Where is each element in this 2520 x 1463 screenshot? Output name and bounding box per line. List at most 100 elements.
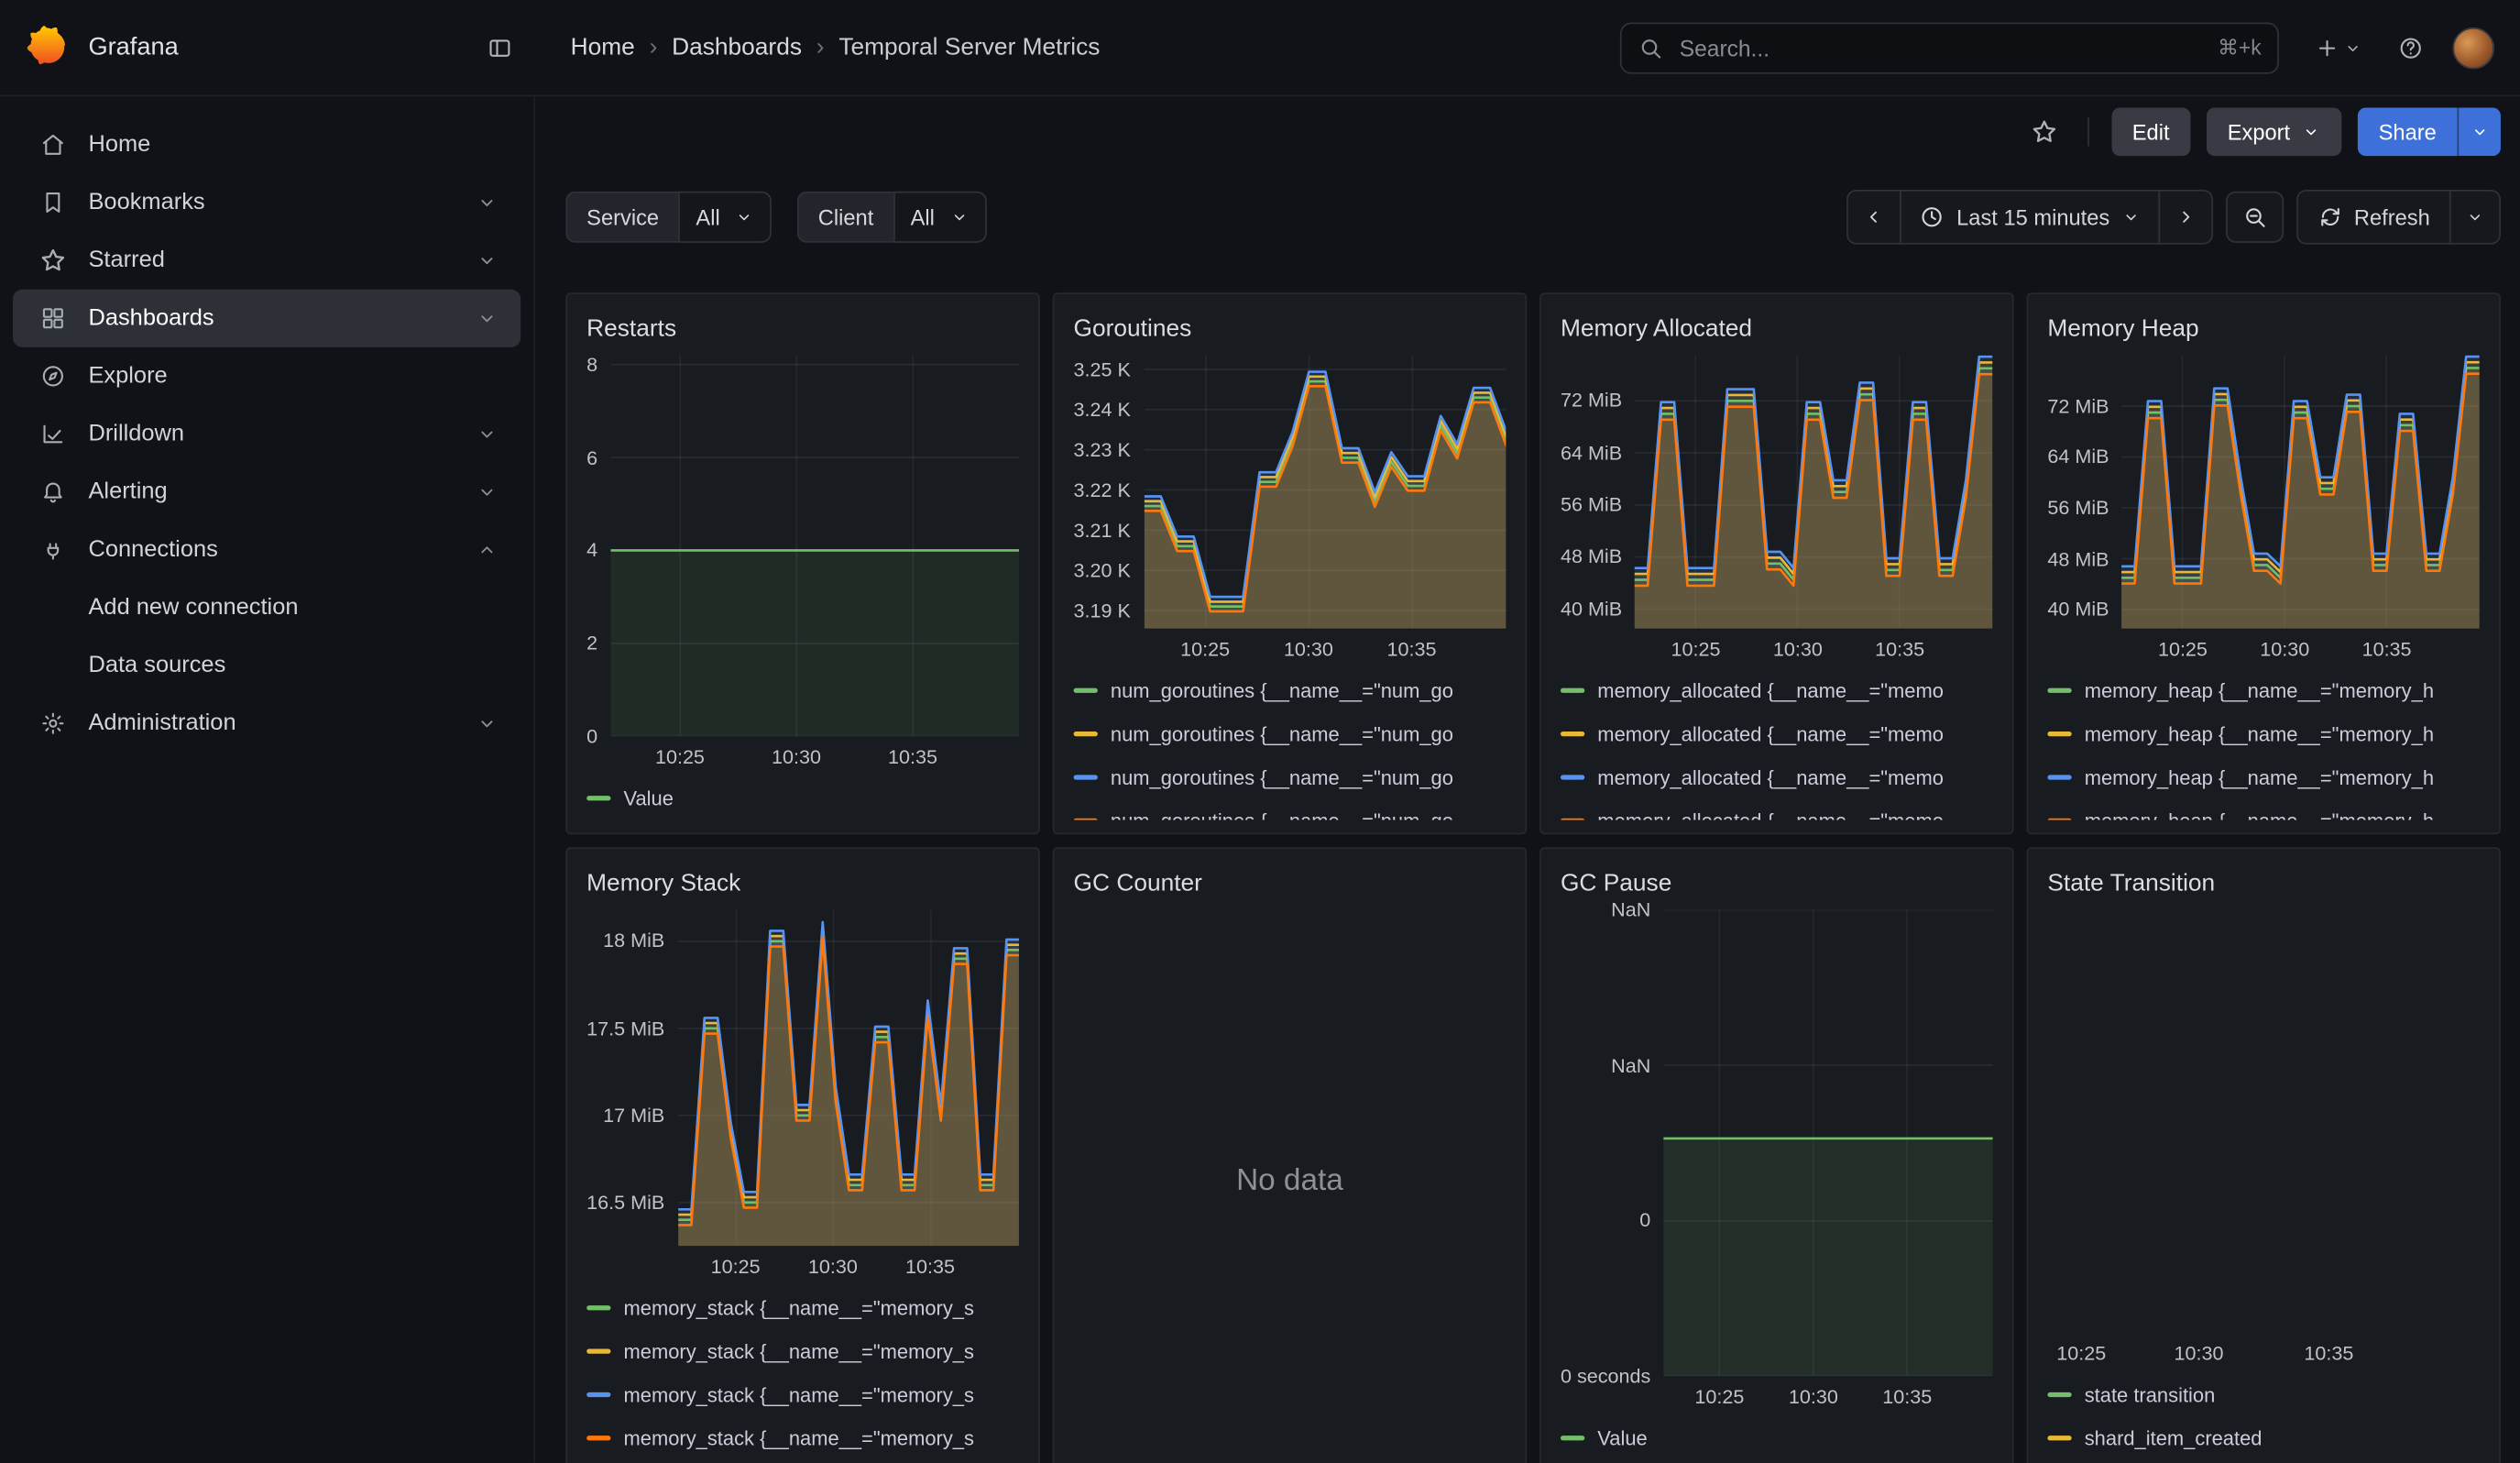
sidebar-item-bookmarks[interactable]: Bookmarks bbox=[13, 173, 520, 231]
legend-item[interactable]: Value bbox=[586, 776, 1019, 820]
panel-title[interactable]: Goroutines bbox=[1074, 314, 1192, 342]
add-button[interactable] bbox=[2307, 28, 2369, 67]
chevron-down-icon[interactable] bbox=[476, 423, 499, 446]
avatar[interactable] bbox=[2452, 27, 2494, 69]
edit-button[interactable]: Edit bbox=[2111, 108, 2190, 157]
legend-item[interactable]: memory_allocated {__name__="memo bbox=[1561, 712, 1993, 755]
legend-item[interactable]: shard_item_created bbox=[2047, 1416, 2480, 1459]
chevron-down-icon[interactable] bbox=[476, 712, 499, 735]
time-back-button[interactable] bbox=[1849, 192, 1901, 243]
legend-item[interactable]: num_goroutines {__name__="num_go bbox=[1074, 755, 1507, 798]
chart-canvas[interactable] bbox=[2060, 910, 2480, 1333]
share-menu-button[interactable] bbox=[2458, 108, 2501, 157]
sidebar: HomeBookmarksStarredDashboards Explore Dri… bbox=[0, 96, 535, 1463]
sidebar-item-starred[interactable]: Starred bbox=[13, 232, 520, 290]
grid-icon bbox=[38, 303, 68, 333]
sidebar-item-alerting[interactable]: Alerting bbox=[13, 463, 520, 521]
dashboard-content: Edit Export Share Service All bbox=[535, 96, 2520, 1463]
search-input[interactable] bbox=[1676, 33, 2205, 62]
help-button[interactable] bbox=[2392, 28, 2430, 67]
legend-item[interactable]: memory_heap {__name__="memory_h bbox=[2047, 712, 2480, 755]
breadcrumb-dashboards[interactable]: Dashboards bbox=[672, 34, 802, 61]
y-axis: 40 MiB40 MiB48 MiB56 MiB64 MiB72 MiB bbox=[2047, 356, 2121, 629]
y-axis-label: 72 MiB bbox=[2047, 395, 2109, 418]
refresh-label: Refresh bbox=[2354, 205, 2430, 229]
legend-item[interactable]: memory_heap {__name__="memory_h bbox=[2047, 799, 2480, 820]
legend-item[interactable]: memory_heap {__name__="memory_h bbox=[2047, 669, 2480, 712]
panel-title[interactable]: Memory Heap bbox=[2047, 314, 2198, 342]
legend-item[interactable]: memory_stack {__name__="memory_s bbox=[586, 1373, 1019, 1416]
time-forward-button[interactable] bbox=[2158, 192, 2211, 243]
chevron-down-icon[interactable] bbox=[476, 192, 499, 214]
sidebar-toggle-icon[interactable] bbox=[480, 28, 519, 67]
favorite-star-icon[interactable] bbox=[2022, 111, 2065, 153]
sidebar-item-home[interactable]: Home bbox=[13, 116, 520, 173]
legend-label: memory_stack {__name__="memory_s bbox=[623, 1340, 973, 1363]
chart-canvas[interactable] bbox=[1663, 910, 1992, 1377]
breadcrumb-home[interactable]: Home bbox=[571, 34, 635, 61]
chart-canvas[interactable] bbox=[1144, 356, 1506, 629]
y-axis-label: 40 MiB bbox=[1561, 598, 1622, 621]
chevron-down-icon[interactable] bbox=[476, 480, 499, 503]
legend-item[interactable]: memory_stack {__name__="memory_s bbox=[586, 1416, 1019, 1459]
zoom-out-button[interactable] bbox=[2226, 192, 2284, 243]
search-bar[interactable]: ⌘+k bbox=[1620, 22, 2279, 73]
sidebar-item-label: Connections bbox=[88, 537, 217, 563]
grafana-logo-icon[interactable] bbox=[26, 26, 69, 69]
legend-item[interactable]: memory_allocated {__name__="memo bbox=[1561, 669, 1993, 712]
client-select[interactable]: All bbox=[893, 192, 986, 243]
refresh-interval-button[interactable] bbox=[2449, 192, 2499, 243]
nav-actions bbox=[2307, 27, 2493, 69]
legend-item[interactable]: Value bbox=[1561, 1416, 1993, 1459]
panel-title[interactable]: State Transition bbox=[2047, 869, 2215, 896]
sidebar-item-label: Explore bbox=[88, 363, 167, 389]
legend-swatch bbox=[2047, 1436, 2071, 1440]
sidebar-item-label: Add new connection bbox=[88, 595, 298, 621]
legend-swatch bbox=[586, 1392, 610, 1397]
sidebar-item-dashboards[interactable]: Dashboards bbox=[13, 290, 520, 347]
panel-legend: num_goroutines {__name__="num_gonum_goro… bbox=[1074, 661, 1507, 820]
legend-label: num_goroutines {__name__="num_go bbox=[1111, 679, 1453, 702]
time-range-label: Last 15 minutes bbox=[1956, 205, 2109, 229]
panel-title[interactable]: GC Counter bbox=[1074, 869, 1202, 896]
service-select[interactable]: All bbox=[678, 192, 772, 243]
legend-item[interactable]: num_goroutines {__name__="num_go bbox=[1074, 799, 1507, 820]
chart-canvas[interactable] bbox=[677, 910, 1019, 1247]
legend-item[interactable]: state transition bbox=[2047, 1373, 2480, 1416]
chart-canvas[interactable] bbox=[2122, 356, 2481, 629]
panel-legend: Value bbox=[1561, 1408, 1993, 1459]
export-button[interactable]: Export bbox=[2207, 108, 2341, 157]
y-axis-label: 0 seconds bbox=[1561, 1365, 1650, 1388]
y-axis-label: NaN bbox=[1611, 1054, 1650, 1077]
sidebar-item-drilldown[interactable]: Drilldown bbox=[13, 405, 520, 463]
sidebar-item-data-sources[interactable]: Data sources bbox=[13, 637, 520, 695]
legend-item[interactable]: num_goroutines {__name__="num_go bbox=[1074, 669, 1507, 712]
panel-title[interactable]: GC Pause bbox=[1561, 869, 1671, 896]
legend-item[interactable]: memory_heap {__name__="memory_h bbox=[2047, 755, 2480, 798]
legend-item[interactable]: num_goroutines {__name__="num_go bbox=[1074, 712, 1507, 755]
panel-legend: memory_stack {__name__="memory_s memory_s… bbox=[586, 1278, 1019, 1459]
chart-canvas[interactable] bbox=[1635, 356, 1993, 629]
service-label: Service bbox=[565, 192, 678, 243]
refresh-button[interactable]: Refresh bbox=[2297, 192, 2449, 243]
share-button[interactable]: Share bbox=[2358, 108, 2458, 157]
chevron-down-icon[interactable] bbox=[476, 249, 499, 272]
legend-item[interactable]: memory_allocated {__name__="memo bbox=[1561, 755, 1993, 798]
panel-title[interactable]: Memory Allocated bbox=[1561, 314, 1752, 342]
legend-label: memory_stack {__name__="memory_s bbox=[623, 1383, 973, 1406]
sidebar-item-add-new-connection[interactable]: Add new connection bbox=[13, 578, 520, 636]
y-axis-label: 2 bbox=[586, 632, 597, 655]
sidebar-item-administration[interactable]: Administration bbox=[13, 695, 520, 753]
chevron-up-icon[interactable] bbox=[476, 539, 499, 562]
legend-item[interactable]: memory_allocated {__name__="memo bbox=[1561, 799, 1993, 820]
chart-canvas[interactable] bbox=[610, 356, 1019, 737]
chevron-down-icon[interactable] bbox=[476, 307, 499, 330]
legend-item[interactable]: memory_stack {__name__="memory_s bbox=[586, 1286, 1019, 1329]
sidebar-item-explore[interactable]: Explore bbox=[13, 347, 520, 405]
sidebar-item-connections[interactable]: Connections bbox=[13, 521, 520, 578]
legend-item[interactable]: memory_stack {__name__="memory_s bbox=[586, 1329, 1019, 1372]
panel-title[interactable]: Restarts bbox=[586, 314, 676, 342]
x-axis-label: 10:35 bbox=[1875, 638, 1924, 661]
time-range-button[interactable]: Last 15 minutes bbox=[1901, 192, 2158, 243]
panel-title[interactable]: Memory Stack bbox=[586, 869, 740, 896]
